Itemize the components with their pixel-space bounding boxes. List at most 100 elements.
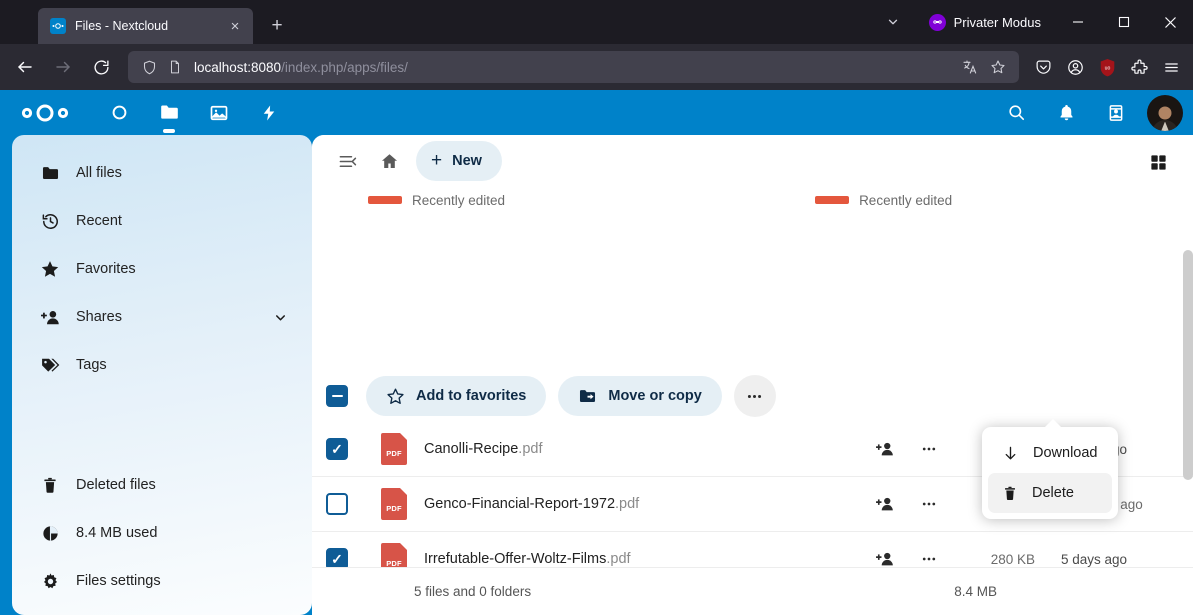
nextcloud-header-actions [991, 90, 1183, 135]
extensions-icon[interactable] [1123, 51, 1155, 83]
browser-tab[interactable]: Files - Nextcloud × [38, 8, 253, 44]
file-basename: Irrefutable-Offer-Woltz-Films [424, 551, 607, 567]
pdf-file-icon: PDF [378, 433, 410, 465]
sidebar-label: 8.4 MB used [76, 525, 158, 541]
bookmark-star-icon[interactable] [985, 54, 1011, 80]
file-basename: Genco-Financial-Report-1972 [424, 496, 616, 512]
row-more-actions-button[interactable] [907, 427, 951, 471]
list-all-tabs-chevron-down-icon[interactable] [875, 4, 911, 40]
move-or-copy-label: Move or copy [608, 388, 702, 404]
folder-icon [38, 161, 62, 185]
app-icon-files[interactable] [144, 90, 194, 135]
app-menu-icon[interactable] [1155, 51, 1187, 83]
app-icon-activity[interactable] [244, 90, 294, 135]
selection-actions-dropdown: Download Delete [982, 419, 1118, 519]
recently-edited-item: Recently edited [815, 193, 952, 208]
contacts-icon[interactable] [1091, 90, 1141, 135]
files-total-size: 8.4 MB [954, 584, 997, 599]
home-icon[interactable] [368, 140, 410, 182]
tab-strip-right: Privater Modus [875, 0, 1193, 44]
file-size: 280 KB [990, 551, 1035, 567]
window-maximize-button[interactable] [1101, 0, 1147, 44]
files-view: Recently edited Recently edited + New Ad… [312, 135, 1193, 615]
sidebar-item-deleted-files[interactable]: Deleted files [20, 463, 304, 507]
ublock-origin-icon[interactable]: uo [1091, 51, 1123, 83]
move-or-copy-button[interactable]: Move or copy [558, 376, 722, 416]
nextcloud-app-menu [94, 90, 294, 135]
files-summary-footer: 5 files and 0 folders 8.4 MB [312, 567, 1193, 615]
menu-item-delete[interactable]: Delete [988, 473, 1112, 513]
pocket-icon[interactable] [1027, 51, 1059, 83]
check-icon: ✓ [331, 441, 343, 457]
menu-item-download[interactable]: Download [988, 433, 1112, 473]
translate-icon[interactable] [957, 54, 983, 80]
grid-view-icon[interactable] [1139, 143, 1177, 181]
private-mode-indicator: Privater Modus [928, 13, 1041, 31]
row-checkbox-cell: ✓ [326, 438, 362, 460]
row-checkbox[interactable] [326, 493, 348, 515]
nextcloud-header [0, 90, 1193, 135]
url-bar-actions [957, 54, 1011, 80]
share-person-add-icon[interactable] [863, 427, 907, 471]
row-checkbox[interactable]: ✓ [326, 438, 348, 460]
search-icon[interactable] [991, 90, 1041, 135]
sidebar-item-all-files[interactable]: All files [20, 151, 304, 195]
sidebar-label: Favorites [76, 261, 136, 277]
url-bar[interactable]: localhost:8080/index.php/apps/files/ [128, 51, 1019, 83]
app-icon-photos[interactable] [194, 90, 244, 135]
trash-icon [38, 473, 62, 497]
page-icon[interactable] [162, 54, 188, 80]
indeterminate-dash-icon [331, 394, 343, 398]
window-close-button[interactable] [1147, 0, 1193, 44]
sidebar-label: Shares [76, 309, 122, 325]
recently-edited-bar [815, 196, 850, 204]
file-name[interactable]: Genco-Financial-Report-1972.pdf [424, 496, 639, 512]
tab-close-icon[interactable]: × [225, 16, 245, 36]
sidebar-label: Recent [76, 213, 122, 229]
url-text[interactable]: localhost:8080/index.php/apps/files/ [194, 60, 957, 75]
user-avatar[interactable] [1147, 94, 1183, 131]
file-name[interactable]: Irrefutable-Offer-Woltz-Films.pdf [424, 551, 631, 567]
sidebar-item-recent[interactable]: Recent [20, 199, 304, 243]
notifications-bell-icon[interactable] [1041, 90, 1091, 135]
new-button[interactable]: + New [416, 141, 502, 181]
file-modified: 5 days ago [1061, 551, 1128, 567]
sidebar-item-files-settings[interactable]: Files settings [20, 559, 304, 603]
share-person-add-icon[interactable] [863, 482, 907, 526]
pdf-label: PDF [386, 504, 402, 513]
nextcloud-logo[interactable] [18, 103, 72, 123]
file-basename: Canolli-Recipe [424, 441, 519, 457]
window-minimize-button[interactable] [1055, 0, 1101, 44]
account-icon[interactable] [1059, 51, 1091, 83]
selection-action-bar: Add to favorites Move or copy [312, 371, 1193, 421]
app-icon-dashboard[interactable] [94, 90, 144, 135]
selection-more-actions-button[interactable] [733, 375, 776, 417]
pie-chart-icon [38, 521, 62, 545]
add-to-favorites-button[interactable]: Add to favorites [366, 376, 547, 416]
chevron-down-icon[interactable] [270, 310, 290, 325]
url-host: localhost:8080 [194, 59, 282, 75]
sidebar-item-tags[interactable]: Tags [20, 343, 304, 387]
download-arrow-icon [1002, 445, 1019, 462]
pdf-file-icon: PDF [378, 488, 410, 520]
files-toolbar: + New [312, 135, 1193, 187]
recently-edited-item: Recently edited [368, 193, 505, 208]
file-name[interactable]: Canolli-Recipe.pdf [424, 441, 542, 457]
row-more-actions-button[interactable] [907, 482, 951, 526]
sidebar-item-favorites[interactable]: Favorites [20, 247, 304, 291]
vertical-scrollbar[interactable] [1183, 250, 1193, 480]
file-extension: .pdf [606, 551, 631, 567]
move-copy-folder-icon [578, 387, 597, 406]
avatar-face [1158, 106, 1172, 120]
select-all-checkbox[interactable] [326, 385, 348, 407]
url-path: /index.php/apps/files/ [281, 59, 408, 75]
pdf-badge: PDF [381, 433, 407, 465]
shield-icon[interactable] [136, 54, 162, 80]
sidebar-item-shares[interactable]: Shares [20, 295, 304, 339]
back-arrow-icon[interactable] [8, 50, 42, 84]
list-toggle-icon[interactable] [326, 140, 368, 182]
sidebar-item-storage-used[interactable]: 8.4 MB used [20, 511, 304, 555]
new-tab-button[interactable]: + [263, 12, 291, 40]
reload-icon[interactable] [84, 50, 118, 84]
nextcloud-body: All files Recent Favorites Shares Tags D… [0, 135, 1193, 615]
